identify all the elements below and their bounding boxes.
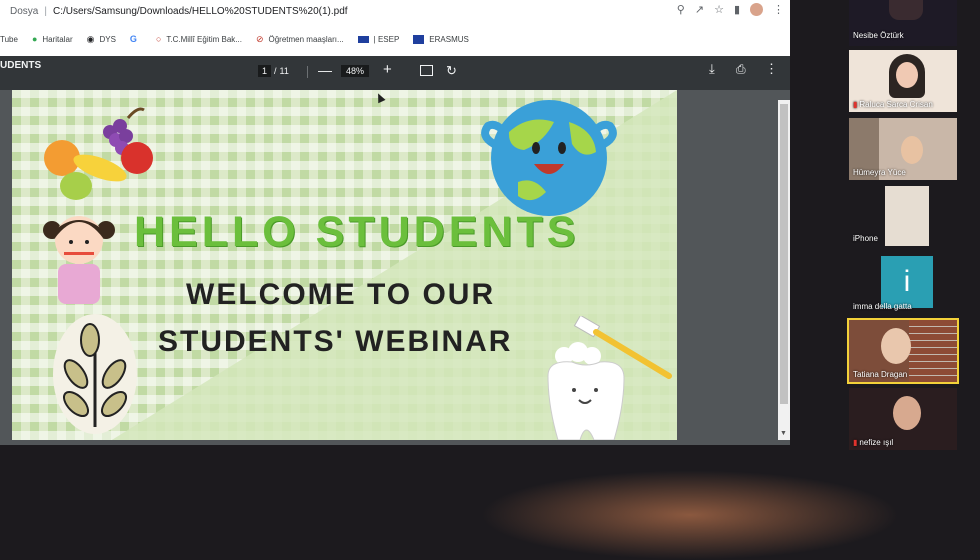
browser-window: Dosya | C:/Users/Samsung/Downloads/HELLO… (0, 0, 790, 445)
page-title: HELLO STUDENTS (134, 208, 580, 256)
address-bar[interactable]: Dosya | C:/Users/Samsung/Downloads/HELLO… (0, 0, 790, 22)
muted-mic-icon: ▮ (853, 438, 858, 447)
participant-face (896, 62, 918, 88)
scheme-label: Dosya (10, 5, 39, 17)
erasmus-icon (413, 34, 425, 44)
zoom-input[interactable]: 48% (341, 65, 370, 77)
girl-brushing-illustration (43, 216, 115, 304)
bookmark-label: DYS (99, 34, 116, 44)
participant-video (909, 320, 957, 382)
print-icon[interactable]: ⎙ (736, 62, 746, 77)
pdf-page: HELLO STUDENTS WELCOME TO OUR STUDENTS' … (12, 90, 677, 440)
pdf-more-icon[interactable]: ⋮ (765, 61, 778, 77)
share-icon[interactable]: ↗ (695, 3, 704, 16)
bookmark-google[interactable]: G (130, 34, 142, 44)
participant-tile[interactable]: Nesibe Öztürk (849, 0, 957, 46)
participant-tile[interactable]: ▮ Raluca Sarca Crisan (849, 50, 957, 112)
bookmark-label: Haritalar (42, 34, 73, 44)
page-indicator: 1 / 11 (258, 65, 289, 77)
google-icon: G (129, 34, 137, 44)
participant-initial-avatar: i (881, 256, 933, 308)
star-icon[interactable]: ☆ (714, 3, 724, 16)
toolbar-divider (307, 66, 308, 78)
participant-tile[interactable]: i imma della gatta (849, 252, 957, 314)
fruits-illustration (44, 107, 153, 200)
tooth-illustration (547, 316, 672, 440)
participant-name: Hümeyra Yüce (853, 168, 906, 177)
download-icon[interactable]: ⤓ (709, 61, 715, 77)
bookmark-esep[interactable]: | ESEP (357, 34, 400, 44)
participant-name: ▮ Raluca Sarca Crisan (853, 100, 933, 109)
participant-face (893, 396, 921, 430)
maps-icon: ● (31, 34, 38, 44)
participant-video (889, 0, 923, 20)
participant-name: Nesibe Öztürk (853, 31, 904, 40)
profile-avatar[interactable] (750, 3, 763, 16)
url-text[interactable]: C:/Users/Samsung/Downloads/HELLO%20STUDE… (53, 6, 348, 17)
participant-tile[interactable]: iPhone (849, 184, 957, 246)
eu-flag-icon (357, 35, 369, 43)
participant-video (885, 186, 929, 246)
participant-tile[interactable]: ▮ nefize ışıl (849, 388, 957, 450)
fit-page-icon[interactable] (420, 65, 433, 76)
page-total: 11 (279, 66, 289, 76)
bookmark-label: T.C.Millî Eğitim Bak... (166, 34, 242, 44)
page-separator: / (274, 66, 277, 76)
scroll-down-arrow[interactable]: ▼ (780, 430, 787, 437)
bookmark-label: | ESEP (373, 34, 400, 44)
pdf-title: UDENTS (0, 60, 42, 71)
earth-illustration (481, 100, 617, 216)
participant-tile[interactable]: Hümeyra Yüce (849, 118, 957, 180)
address-separator: | (44, 5, 47, 17)
more-icon[interactable]: ⋮ (773, 3, 784, 16)
participant-face (901, 136, 923, 164)
scrollbar-thumb[interactable] (780, 104, 788, 404)
zoom-out-button[interactable]: — (318, 62, 332, 78)
participant-tile-active[interactable]: Tatiana Dragan (847, 318, 959, 384)
participants-panel: Nesibe Öztürk ▮ Raluca Sarca Crisan Hümey… (845, 0, 980, 460)
bookmark-youtube[interactable]: Tube (0, 35, 18, 44)
bookmark-meb[interactable]: ○ T.C.Millî Eğitim Bak... (156, 34, 242, 44)
pdf-toolbar: UDENTS 1 / 11 — 48% + ↻ ⤓ ⎙ ⋮ (0, 56, 790, 90)
zoom-in-button[interactable]: + (383, 61, 392, 78)
search-icon[interactable]: ⚲ (677, 3, 685, 16)
participant-name: imma della gatta (853, 302, 912, 311)
pdf-viewer[interactable]: HELLO STUDENTS WELCOME TO OUR STUDENTS' … (0, 90, 790, 445)
screen-glare (480, 470, 900, 560)
bookmark-maaslar[interactable]: ⊘ Öğretmen maaşları... (256, 34, 344, 45)
address-icons: ⚲ ↗ ☆ ▮ ⋮ (677, 3, 784, 16)
rotate-icon[interactable]: ↻ (446, 63, 457, 79)
leaf-illustration (53, 314, 137, 434)
page-number-input[interactable]: 1 (258, 65, 272, 77)
blocked-icon: ⊘ (255, 33, 264, 44)
participant-name: Tatiana Dragan (853, 370, 908, 379)
welcome-line-2: STUDENTS' WEBINAR (158, 325, 513, 358)
bookmark-label: Tube (0, 34, 18, 44)
participant-name: ▮ nefize ışıl (853, 438, 894, 447)
bookmark-label: ERASMUS (429, 34, 469, 44)
muted-mic-icon: ▮ (853, 100, 858, 109)
welcome-line-1: WELCOME TO OUR (186, 278, 496, 311)
participant-face (881, 328, 911, 364)
dys-icon: ◉ (86, 33, 95, 44)
bookmark-dys[interactable]: ◉ DYS (87, 34, 116, 45)
bookmark-maps[interactable]: ● Haritalar (32, 34, 73, 44)
pdf-scrollbar[interactable]: ▼ (778, 100, 790, 440)
meb-icon: ○ (155, 34, 162, 44)
bookmarks-bar: Tube ● Haritalar ◉ DYS G ○ T.C.Millî Eği… (0, 22, 790, 57)
sidebar-icon[interactable]: ▮ (734, 3, 740, 16)
participant-name: iPhone (853, 234, 878, 243)
bookmark-erasmus[interactable]: ERASMUS (413, 34, 469, 44)
bookmark-label: Öğretmen maaşları... (268, 34, 344, 44)
